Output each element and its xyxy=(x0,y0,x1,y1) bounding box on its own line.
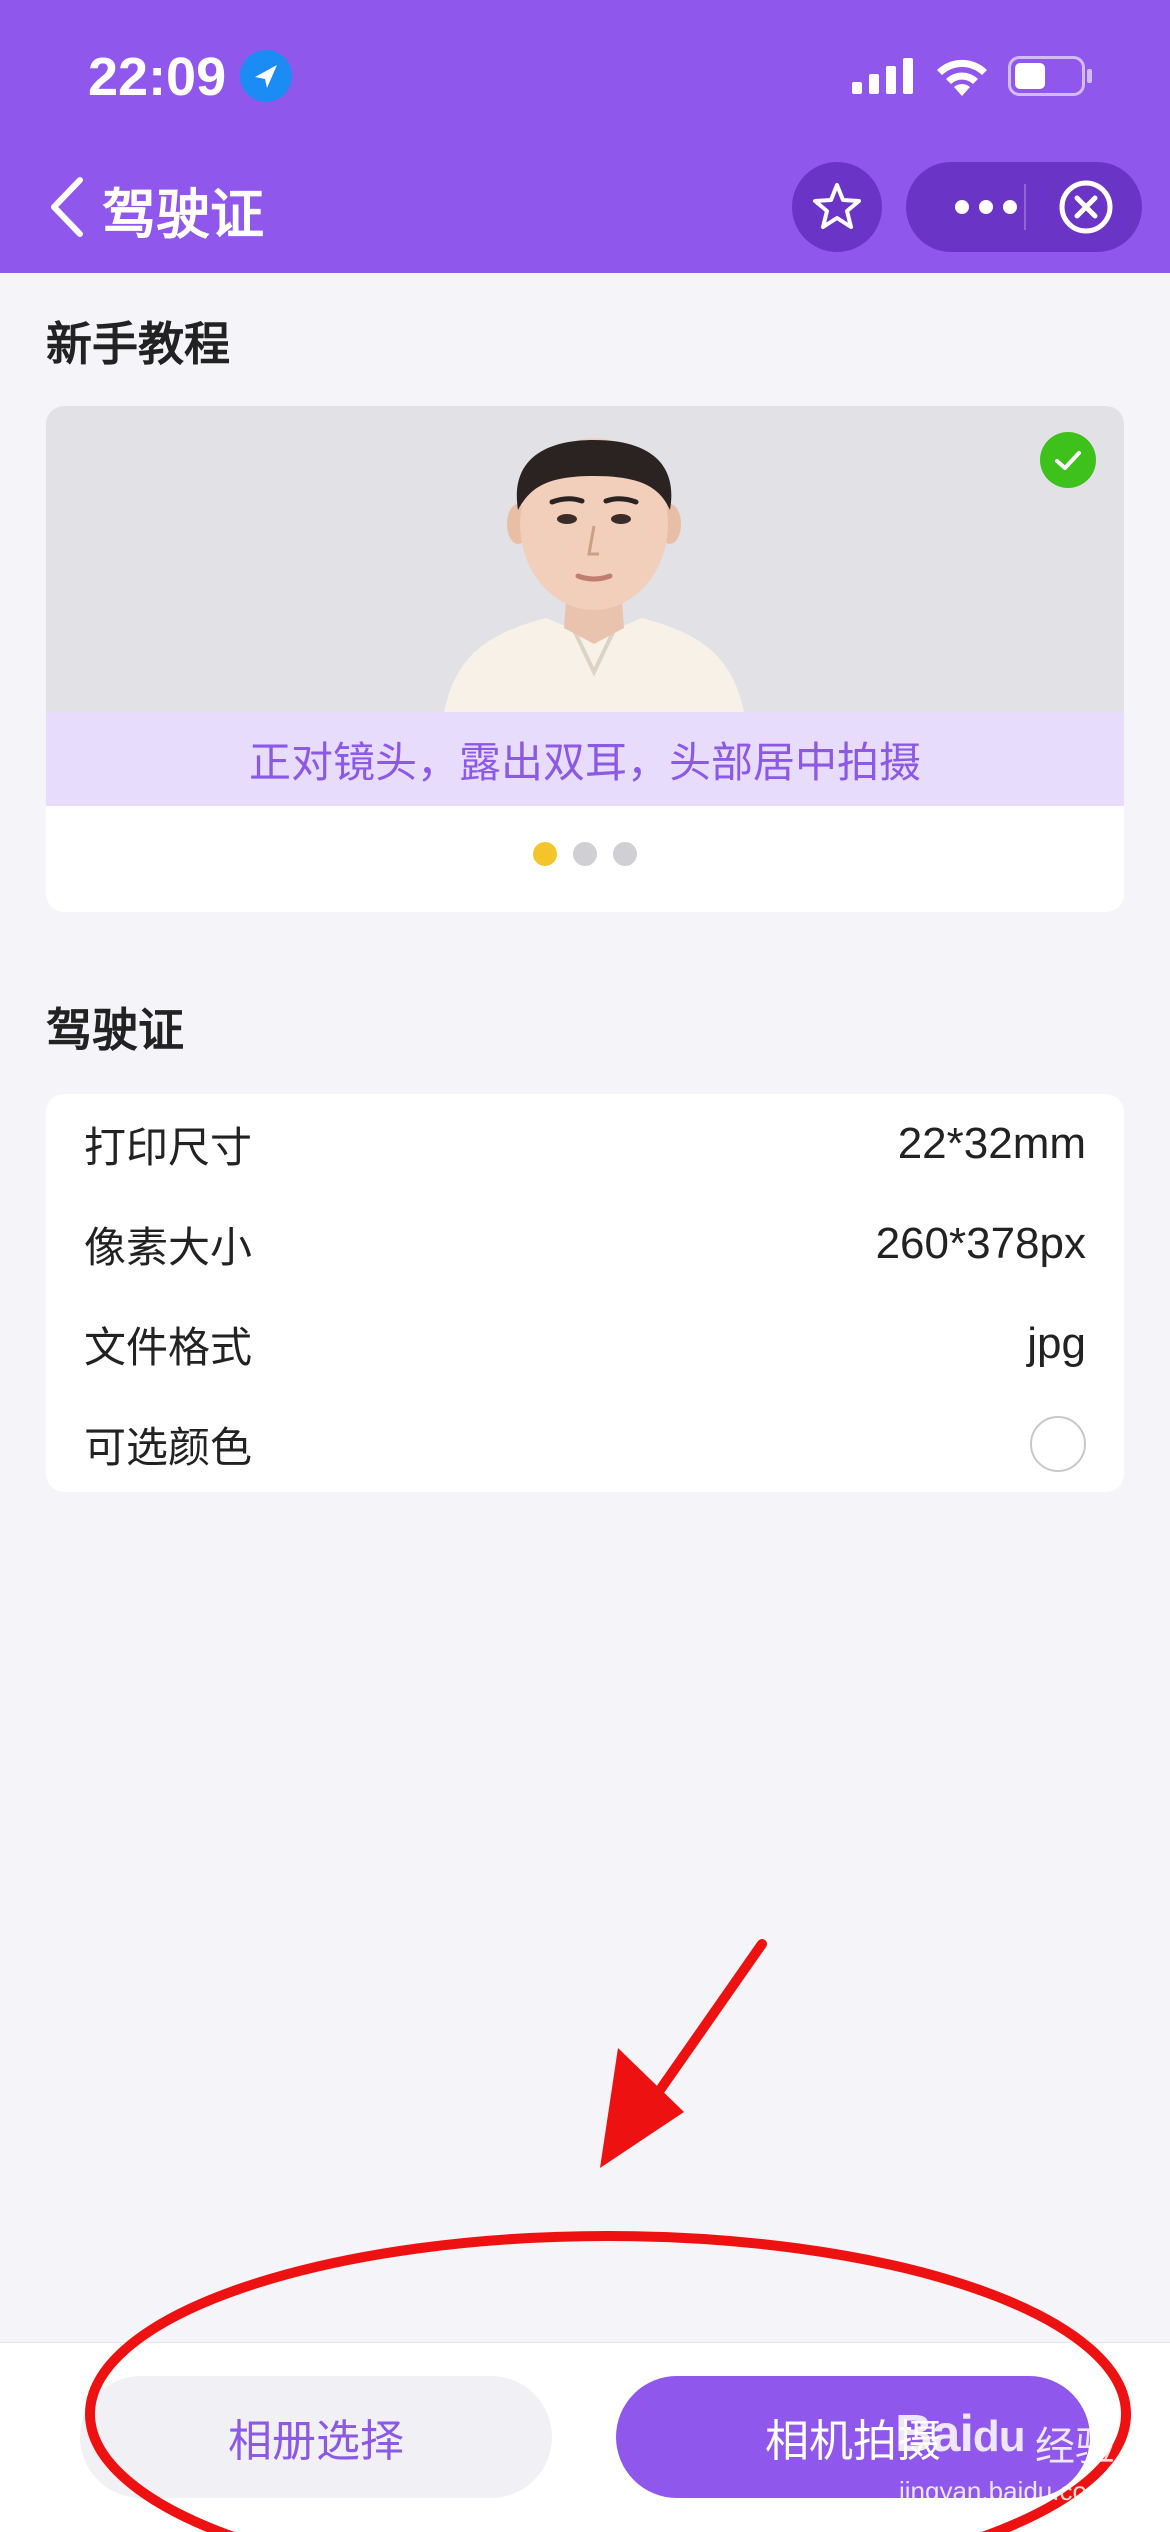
spec-heading: 驾驶证 xyxy=(46,1003,184,1057)
spec-label: 像素大小 xyxy=(84,1222,253,1272)
favorite-button[interactable] xyxy=(792,162,882,252)
check-icon xyxy=(1040,432,1096,488)
spec-label: 可选颜色 xyxy=(84,1422,253,1472)
id-photo-sample-image xyxy=(444,438,744,712)
tutorial-photo xyxy=(46,406,1124,712)
capsule-divider xyxy=(1024,184,1026,230)
carousel-dot[interactable] xyxy=(573,842,597,866)
more-dots-icon xyxy=(955,200,1017,214)
spec-label: 打印尺寸 xyxy=(84,1122,253,1172)
watermark-url: jingyan.baidu.com xyxy=(899,2476,1109,2506)
wifi-icon xyxy=(937,59,987,96)
spec-value: 22*32mm xyxy=(897,1119,1086,1168)
spec-row-print-size: 打印尺寸 22*32mm xyxy=(46,1094,1124,1194)
spec-value: 260*378px xyxy=(875,1219,1086,1268)
tutorial-heading: 新手教程 xyxy=(46,317,230,371)
spec-row-color: 可选颜色 xyxy=(46,1394,1124,1494)
tutorial-caption: 正对镜头，露出双耳，头部居中拍摄 xyxy=(46,712,1124,806)
close-circle-icon xyxy=(1059,180,1113,234)
close-button[interactable] xyxy=(1046,162,1126,252)
carousel-indicator xyxy=(46,842,1124,870)
location-arrow-icon xyxy=(240,50,292,102)
baidu-jingyan-watermark: Baidu 经验 jingyan.baidu.com xyxy=(895,2404,1145,2514)
carousel-dot[interactable] xyxy=(533,842,557,866)
battery-icon xyxy=(1008,56,1092,96)
album-select-button[interactable]: 相册选择 xyxy=(80,2376,552,2498)
watermark-cn: 经验 xyxy=(1035,2424,1115,2470)
cellular-signal-icon xyxy=(852,58,913,94)
spec-card: 打印尺寸 22*32mm 像素大小 260*378px 文件格式 jpg 可选颜… xyxy=(46,1094,1124,1492)
spec-value: jpg xyxy=(1027,1319,1086,1368)
watermark-logo: Baidu xyxy=(895,2404,1026,2464)
color-option-white[interactable] xyxy=(1030,1416,1086,1472)
status-time: 22:09 xyxy=(88,47,227,107)
carousel-dot[interactable] xyxy=(613,842,637,866)
spec-label: 文件格式 xyxy=(84,1322,253,1372)
tutorial-card[interactable]: 正对镜头，露出双耳，头部居中拍摄 xyxy=(46,406,1124,912)
page-title: 驾驶证 xyxy=(102,183,264,246)
spec-row-file-format: 文件格式 jpg xyxy=(46,1294,1124,1394)
top-bar: 22:09 驾驶证 xyxy=(0,0,1170,273)
menu-capsule xyxy=(906,162,1142,252)
red-arrow-annotation xyxy=(600,1939,767,2168)
watermark-logo-bai: Bai xyxy=(895,2405,974,2463)
watermark-logo-du: du xyxy=(972,2412,1026,2461)
star-icon xyxy=(813,183,861,229)
spec-row-pixel-size: 像素大小 260*378px xyxy=(46,1194,1124,1294)
chevron-left-icon[interactable] xyxy=(46,176,86,238)
more-button[interactable] xyxy=(936,162,1036,252)
